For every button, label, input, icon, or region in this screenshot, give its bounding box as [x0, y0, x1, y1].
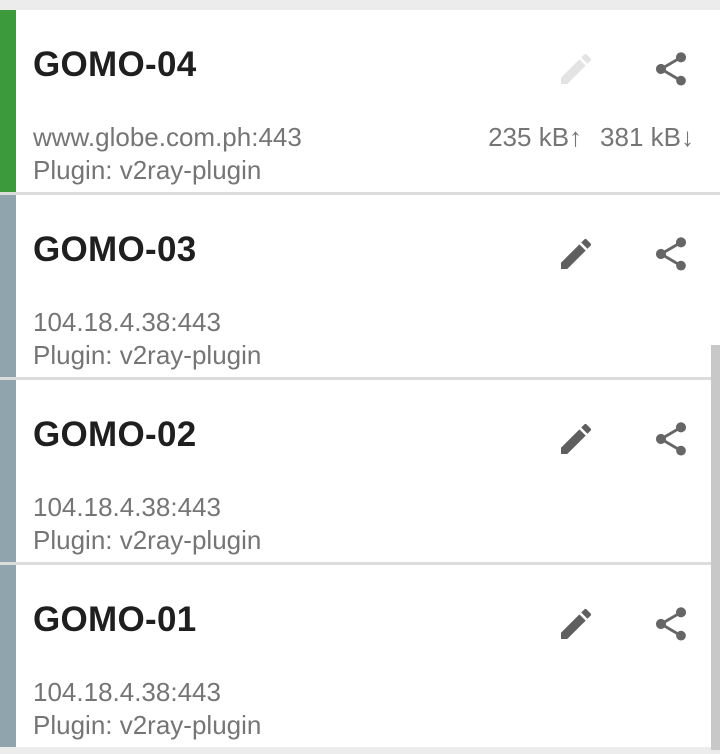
profile-card-gomo-02[interactable]: GOMO-02 104.18.4.38:443 Plugin: v2ray-pl…	[0, 380, 720, 565]
server-address: 104.18.4.38:443	[33, 677, 221, 707]
share-icon	[655, 237, 687, 271]
scrollbar-thumb[interactable]	[711, 345, 720, 750]
pencil-icon	[561, 423, 592, 454]
inactive-indicator	[0, 195, 16, 377]
traffic-stats: 235 kB↑ 381 kB↓	[488, 122, 694, 153]
share-icon	[655, 52, 687, 86]
plugin-label: Plugin: v2ray-plugin	[33, 155, 262, 185]
edit-button	[553, 46, 599, 92]
server-address: www.globe.com.ph:443	[33, 122, 302, 152]
pencil-icon	[561, 238, 592, 269]
edit-button[interactable]	[553, 601, 599, 647]
share-icon	[655, 422, 687, 456]
share-icon	[655, 607, 687, 641]
profile-card-gomo-03[interactable]: GOMO-03 104.18.4.38:443 Plugin: v2ray-pl…	[0, 195, 720, 380]
inactive-indicator	[0, 565, 16, 747]
edit-button[interactable]	[553, 231, 599, 277]
share-button[interactable]	[648, 231, 694, 277]
profile-card-gomo-01[interactable]: GOMO-01 104.18.4.38:443 Plugin: v2ray-pl…	[0, 565, 720, 747]
server-address: 104.18.4.38:443	[33, 492, 221, 522]
share-button[interactable]	[648, 416, 694, 462]
plugin-label: Plugin: v2ray-plugin	[33, 525, 262, 555]
plugin-label: Plugin: v2ray-plugin	[33, 710, 262, 740]
download-traffic: 381 kB↓	[600, 122, 694, 152]
profile-card-gomo-04[interactable]: GOMO-04 www.globe.com.ph:443 235 kB↑ 381 …	[0, 10, 720, 195]
profile-list: GOMO-04 www.globe.com.ph:443 235 kB↑ 381 …	[0, 0, 720, 754]
profile-name: GOMO-04	[33, 45, 197, 84]
active-indicator	[0, 10, 16, 192]
plugin-label: Plugin: v2ray-plugin	[33, 340, 262, 370]
inactive-indicator	[0, 380, 16, 562]
pencil-icon	[561, 608, 592, 639]
pencil-icon	[561, 53, 592, 84]
share-button[interactable]	[648, 46, 694, 92]
profile-name: GOMO-03	[33, 230, 197, 269]
share-button[interactable]	[648, 601, 694, 647]
upload-traffic: 235 kB↑	[488, 122, 583, 152]
server-address: 104.18.4.38:443	[33, 307, 221, 337]
profile-name: GOMO-02	[33, 415, 197, 454]
profile-name: GOMO-01	[33, 600, 197, 639]
edit-button[interactable]	[553, 416, 599, 462]
